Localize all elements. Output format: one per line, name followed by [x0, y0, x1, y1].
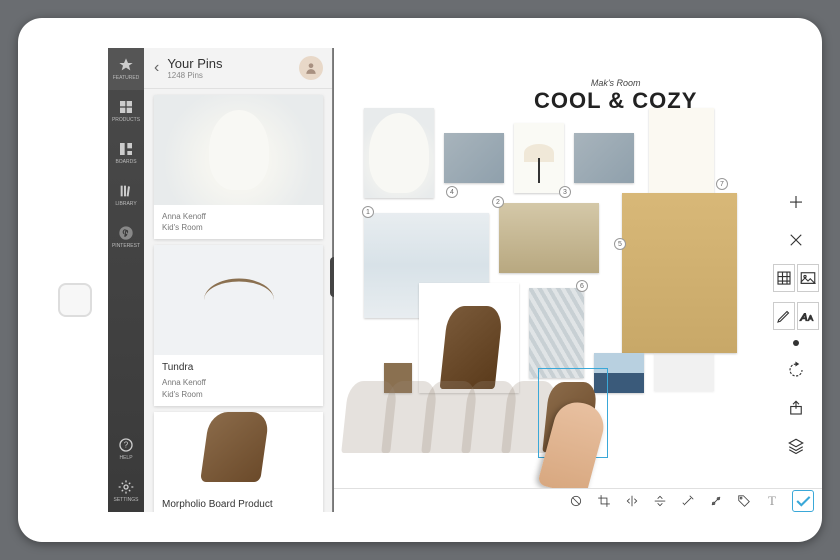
- item-number: 3: [559, 186, 571, 198]
- nav-label: BOARDS: [115, 159, 136, 165]
- text-style-button[interactable]: AA: [797, 302, 819, 330]
- antler-image: [154, 245, 323, 355]
- svg-text:A: A: [800, 312, 808, 324]
- layers-button[interactable]: [782, 432, 810, 460]
- chair-image: [154, 412, 323, 492]
- mood-board: Mak's Room COOL & COZY 4 3 7 1 2 5: [364, 78, 762, 398]
- app-screen: FEATURED PRODUCTS BOARDS LIBRARY PINTERE…: [108, 48, 822, 512]
- wand-button[interactable]: [680, 493, 696, 509]
- tag-button[interactable]: [736, 493, 752, 509]
- board-item-pillow[interactable]: [444, 133, 504, 183]
- nav-label: PRODUCTS: [112, 117, 140, 123]
- polar-bear-image: [154, 95, 323, 205]
- board-item-bear[interactable]: [364, 108, 434, 198]
- board-item-lamp[interactable]: [514, 123, 564, 193]
- pin-card[interactable]: Anna Kenoff Kid's Room: [154, 95, 323, 239]
- board-item-bed[interactable]: [499, 203, 599, 273]
- nav-library[interactable]: LIBRARY: [108, 174, 144, 216]
- nav-featured[interactable]: FEATURED: [108, 48, 144, 90]
- adjust-button[interactable]: [708, 493, 724, 509]
- pin-user: Anna Kenoff: [162, 377, 315, 388]
- grid-button[interactable]: [773, 264, 795, 292]
- item-number: 6: [576, 280, 588, 292]
- flip-v-button[interactable]: [652, 493, 668, 509]
- pin-card[interactable]: Morpholio Board Product Management: [154, 412, 323, 512]
- nav-pinterest[interactable]: PINTEREST: [108, 216, 144, 258]
- user-avatar[interactable]: [299, 56, 323, 80]
- rotate-button[interactable]: [782, 356, 810, 384]
- nav-label: LIBRARY: [115, 201, 136, 207]
- crop-button[interactable]: [596, 493, 612, 509]
- nav-label: PINTEREST: [112, 243, 140, 249]
- item-number: 5: [614, 238, 626, 250]
- item-number: 7: [716, 178, 728, 190]
- nav-label: FEATURED: [113, 75, 140, 81]
- pin-card[interactable]: Tundra Anna Kenoff Kid's Room: [154, 245, 323, 405]
- close-button[interactable]: [782, 226, 810, 254]
- edit-button[interactable]: [773, 302, 795, 330]
- board-item-faded[interactable]: [654, 353, 714, 391]
- panel-title: Your Pins: [167, 56, 222, 71]
- share-button[interactable]: [782, 394, 810, 422]
- board-item-pillow[interactable]: [574, 133, 634, 183]
- board-item-shelf[interactable]: [622, 193, 737, 353]
- nav-label: SETTINGS: [113, 497, 138, 503]
- nav-help[interactable]: ? HELP: [108, 428, 144, 470]
- nav-products[interactable]: PRODUCTS: [108, 90, 144, 132]
- nav-settings[interactable]: SETTINGS: [108, 470, 144, 512]
- panel-header: ‹ Your Pins 1248 Pins: [144, 48, 333, 89]
- pin-board: Kid's Room: [162, 389, 315, 400]
- ban-button[interactable]: [568, 493, 584, 509]
- image-button[interactable]: [797, 264, 819, 292]
- nav-boards[interactable]: BOARDS: [108, 132, 144, 174]
- indicator-dot: [793, 340, 799, 346]
- text-tool-button[interactable]: T: [764, 493, 780, 509]
- board-item-typography[interactable]: [649, 108, 714, 193]
- right-toolbar: AA: [778, 188, 814, 460]
- svg-text:A: A: [808, 314, 813, 323]
- pin-title: Tundra: [162, 361, 315, 375]
- flip-h-button[interactable]: [624, 493, 640, 509]
- item-number: 4: [446, 186, 458, 198]
- add-button[interactable]: [782, 188, 810, 216]
- item-number: 1: [362, 206, 374, 218]
- home-button[interactable]: [58, 283, 92, 317]
- nav-label: HELP: [119, 455, 132, 461]
- pins-panel: ‹ Your Pins 1248 Pins Anna Kenoff Kid's …: [144, 48, 334, 512]
- ipad-frame: FEATURED PRODUCTS BOARDS LIBRARY PINTERE…: [18, 18, 822, 542]
- pin-title: Morpholio Board Product Management: [162, 498, 315, 512]
- confirm-button[interactable]: [792, 490, 814, 512]
- panel-subtitle: 1248 Pins: [167, 71, 222, 80]
- left-nav: FEATURED PRODUCTS BOARDS LIBRARY PINTERE…: [108, 48, 144, 512]
- board-subtitle: Mak's Room: [534, 78, 697, 88]
- pin-board: Kid's Room: [162, 222, 315, 233]
- bottom-toolbar: T: [334, 488, 822, 512]
- pin-user: Anna Kenoff: [162, 211, 315, 222]
- back-button[interactable]: ‹: [154, 59, 159, 77]
- svg-text:?: ?: [124, 441, 129, 450]
- item-number: 2: [492, 196, 504, 208]
